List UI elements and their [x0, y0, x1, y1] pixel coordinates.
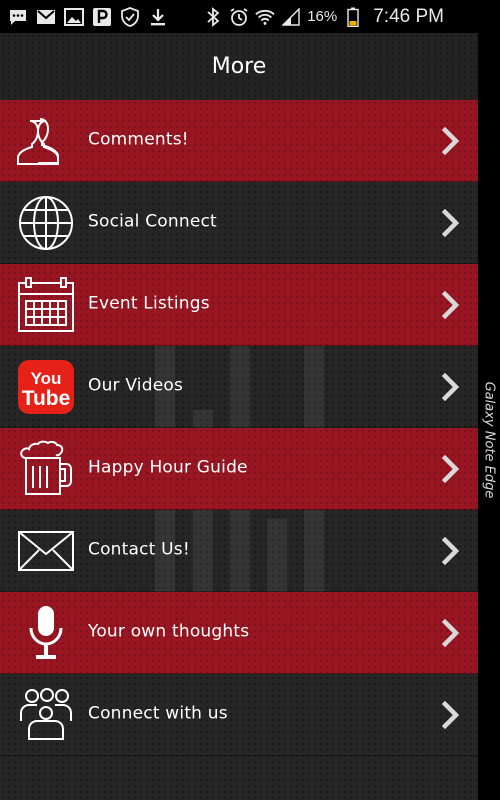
menu-item-event-listings[interactable]: Event Listings: [0, 264, 478, 346]
chevron-right-icon: [441, 126, 460, 155]
chevron-right-icon: [441, 372, 460, 401]
youtube-icon: You Tube: [16, 357, 76, 417]
alarm-icon: [229, 7, 249, 27]
page-title: More: [211, 54, 267, 79]
app-header: More: [0, 33, 478, 101]
menu-item-label: Comments!: [88, 128, 189, 149]
parking-icon: [92, 7, 112, 27]
menu-item-label: Contact Us!: [88, 538, 190, 559]
calendar-icon: [16, 275, 76, 335]
menu-item-your-own-thoughts[interactable]: Your own thoughts: [0, 592, 478, 674]
chevron-right-icon: [441, 700, 460, 729]
menu-item-happy-hour-guide[interactable]: Happy Hour Guide: [0, 428, 478, 510]
image-icon: [64, 7, 84, 27]
group-icon: [16, 685, 76, 745]
status-bar: 16% 7:46 PM: [0, 0, 500, 33]
chevron-right-icon: [441, 454, 460, 483]
menu-item-comments[interactable]: Comments!: [0, 100, 478, 182]
download-icon: [148, 7, 168, 27]
chevron-right-icon: [441, 536, 460, 565]
users-icon: [16, 111, 76, 171]
menu-item-social-connect[interactable]: Social Connect: [0, 182, 478, 264]
globe-icon: [16, 193, 76, 253]
microphone-icon: [16, 603, 76, 663]
device-edge-label: Galaxy Note Edge: [481, 381, 497, 499]
youtube-logo-bottom: Tube: [22, 387, 71, 410]
beer-mug-icon: [16, 439, 76, 499]
shield-icon: [120, 6, 140, 27]
chevron-right-icon: [441, 208, 460, 237]
menu-item-label: Social Connect: [88, 210, 217, 231]
menu-item-our-videos[interactable]: You Tube Our Videos: [0, 346, 478, 428]
signal-icon: [281, 7, 301, 27]
menu-item-label: Event Listings: [88, 292, 210, 313]
more-menu: Comments! Social Connect Event Listings …: [0, 100, 478, 756]
app-screen: More Comments! Social Connect Event List…: [0, 33, 478, 800]
battery-percent: 16%: [307, 8, 338, 25]
menu-item-label: Happy Hour Guide: [88, 456, 248, 477]
bluetooth-icon: [203, 6, 223, 27]
battery-icon: [343, 7, 363, 27]
gmail-icon: [36, 7, 56, 27]
menu-item-label: Connect with us: [88, 702, 228, 723]
envelope-icon: [16, 521, 76, 581]
menu-item-label: Your own thoughts: [88, 620, 250, 641]
wifi-icon: [255, 7, 275, 27]
chat-icon: [8, 7, 28, 27]
chevron-right-icon: [441, 618, 460, 647]
chevron-right-icon: [441, 290, 460, 319]
youtube-logo-top: You: [31, 369, 62, 388]
menu-item-connect-with-us[interactable]: Connect with us: [0, 674, 478, 756]
menu-item-label: Our Videos: [88, 374, 184, 395]
clock: 7:46 PM: [373, 5, 444, 27]
menu-item-contact-us[interactable]: Contact Us!: [0, 510, 478, 592]
